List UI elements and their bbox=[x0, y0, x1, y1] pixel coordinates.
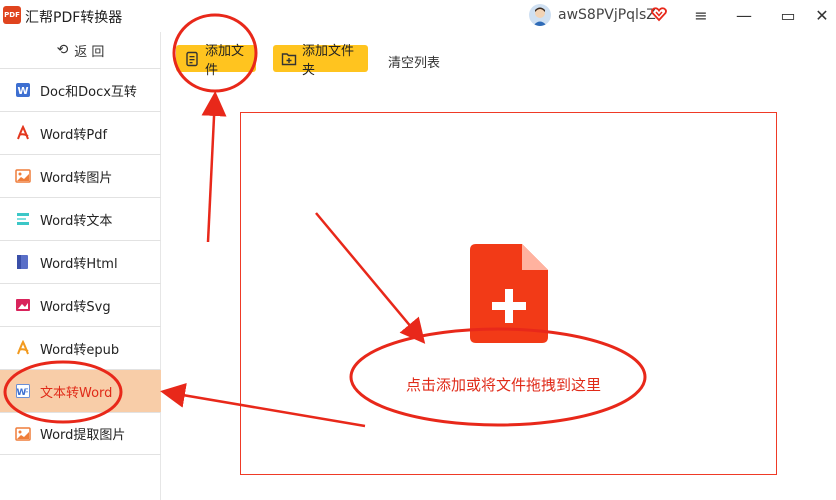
minimize-button[interactable]: — bbox=[732, 4, 756, 26]
sidebar-item-label: Doc和Docx互转 bbox=[40, 84, 137, 100]
sidebar-item-word-epub[interactable]: Word转epub bbox=[0, 326, 161, 369]
sidebar: ⟲ 返 回 W Doc和Docx互转 Word转Pdf Word转图片 Word… bbox=[0, 32, 161, 500]
text-icon bbox=[15, 211, 31, 227]
word-doc-icon: W bbox=[15, 82, 31, 98]
add-folder-button[interactable]: 添加文件夹 bbox=[273, 44, 368, 78]
back-button[interactable]: ⟲ 返 回 bbox=[0, 32, 161, 68]
drop-hint: 点击添加或将文件拖拽到这里 bbox=[406, 376, 602, 394]
file-list-icon bbox=[184, 51, 200, 67]
sidebar-item-label: 文本转Word bbox=[40, 385, 113, 401]
sidebar-item-doc-docx[interactable]: W Doc和Docx互转 bbox=[0, 68, 161, 111]
html-icon bbox=[15, 254, 31, 270]
pdf-icon bbox=[15, 125, 31, 141]
menu-icon[interactable]: ≡ bbox=[689, 4, 713, 26]
avatar[interactable] bbox=[529, 4, 551, 26]
image-icon bbox=[15, 168, 31, 184]
username[interactable]: awS8PVjPqlsZ bbox=[558, 7, 656, 23]
sidebar-item-label: Word转文本 bbox=[40, 213, 113, 229]
sidebar-item-label: Word转Pdf bbox=[40, 127, 108, 143]
sidebar-item-label: Word提取图片 bbox=[40, 428, 126, 443]
annotation-arrow-to-add-file bbox=[201, 91, 227, 243]
sidebar-item-label: Word转Html bbox=[40, 256, 118, 272]
sidebar-item-word-image[interactable]: Word转图片 bbox=[0, 154, 161, 197]
close-button[interactable]: ✕ bbox=[810, 4, 834, 26]
svg-text:W: W bbox=[17, 86, 28, 97]
sidebar-item-word-pdf[interactable]: Word转Pdf bbox=[0, 111, 161, 154]
clear-list-button[interactable]: 清空列表 bbox=[388, 52, 440, 71]
sidebar-item-word-svg[interactable]: Word转Svg bbox=[0, 283, 161, 326]
sidebar-item-word-extract-image[interactable]: Word提取图片 bbox=[0, 412, 161, 455]
add-file-icon[interactable] bbox=[470, 244, 548, 343]
extract-image-icon bbox=[15, 426, 31, 442]
app-window: PDF 汇帮PDF转换器 awS8PVjPqlsZ ≡ — ▭ ✕ ⟲ 返 回 bbox=[0, 0, 836, 500]
back-arrow-icon: ⟲ bbox=[56, 42, 69, 58]
word-icon: W bbox=[15, 383, 31, 399]
app-logo-icon: PDF bbox=[3, 6, 21, 24]
epub-icon bbox=[15, 340, 31, 356]
sidebar-item-label: Word转epub bbox=[40, 342, 120, 358]
vip-heart-icon[interactable] bbox=[651, 6, 667, 22]
maximize-button[interactable]: ▭ bbox=[776, 4, 800, 26]
add-file-button[interactable]: 添加文件 bbox=[176, 44, 256, 78]
add-folder-label: 添加文件夹 bbox=[302, 43, 355, 78]
app-title: 汇帮PDF转换器 bbox=[25, 10, 123, 26]
sidebar-item-label: Word转图片 bbox=[40, 170, 113, 186]
sidebar-item-label: Word转Svg bbox=[40, 299, 111, 315]
sidebar-item-word-html[interactable]: Word转Html bbox=[0, 240, 161, 283]
title-bar: PDF 汇帮PDF转换器 awS8PVjPqlsZ ≡ — ▭ ✕ bbox=[0, 0, 836, 32]
back-label: 返 回 bbox=[74, 44, 105, 60]
svg-icon bbox=[15, 297, 31, 313]
sidebar-item-word-text[interactable]: Word转文本 bbox=[0, 197, 161, 240]
folder-add-icon bbox=[281, 51, 297, 67]
sidebar-item-text-word[interactable]: W 文本转Word bbox=[0, 369, 161, 412]
add-file-label: 添加文件 bbox=[205, 43, 245, 78]
